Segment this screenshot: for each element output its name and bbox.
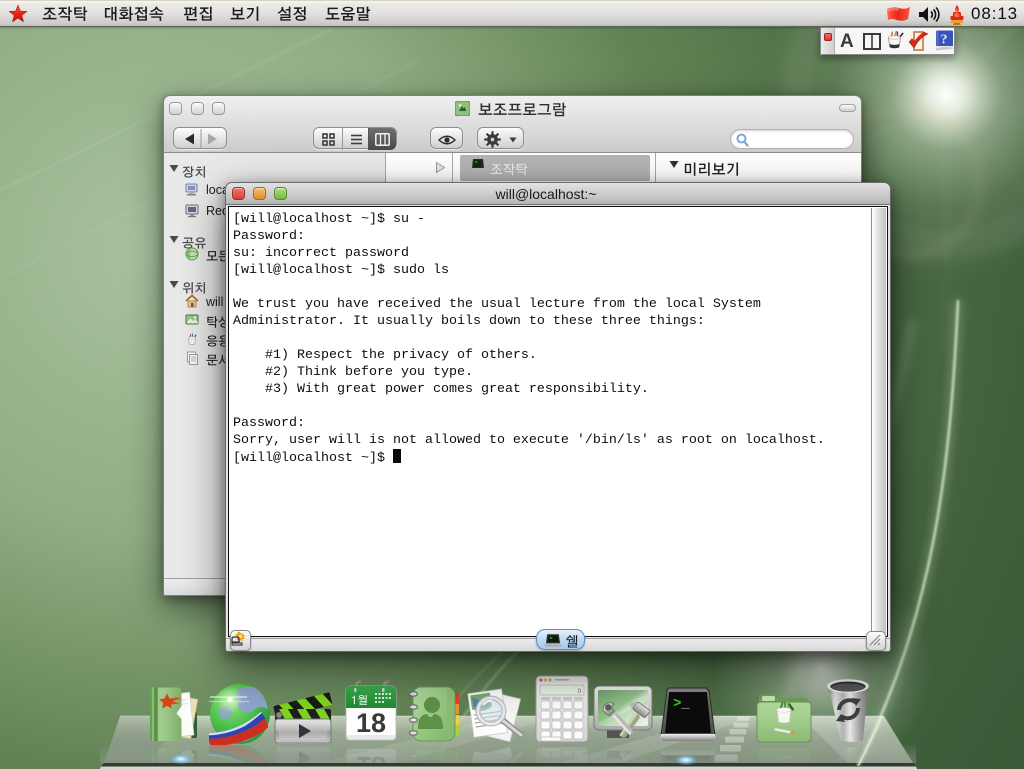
svg-text:>_: >_	[673, 696, 690, 712]
svg-text:?: ?	[941, 33, 948, 48]
svg-text:18: 18	[356, 708, 386, 738]
svg-text:0: 0	[578, 689, 582, 695]
